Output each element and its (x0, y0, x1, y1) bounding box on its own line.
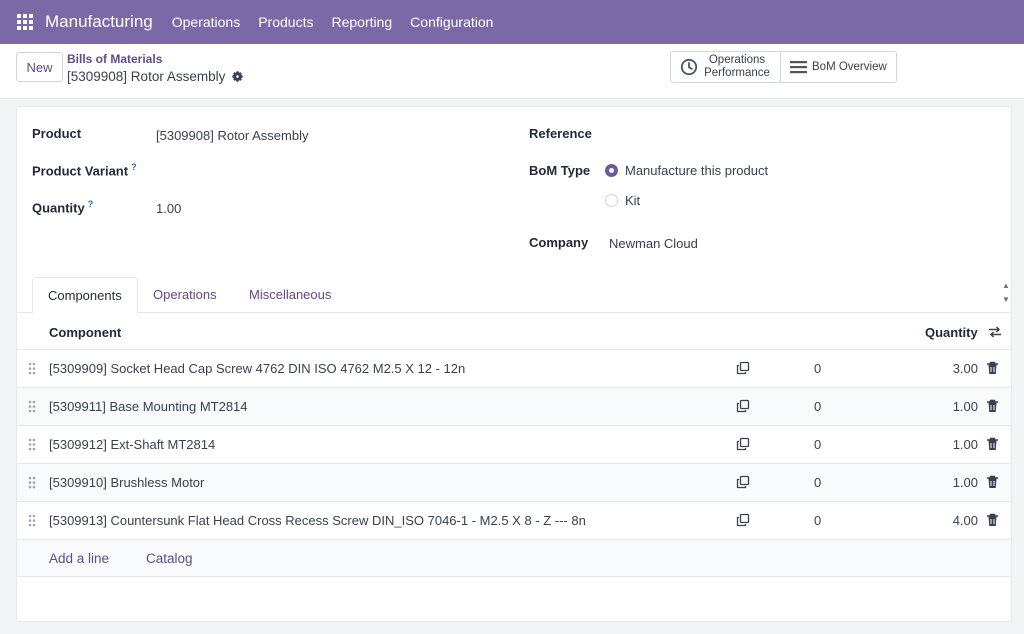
app-name[interactable]: Manufacturing (45, 12, 153, 32)
radio-checked-icon (605, 164, 618, 177)
tab-operations[interactable]: Operations (138, 277, 232, 313)
trash-icon[interactable] (986, 361, 999, 375)
top-navbar: Manufacturing Operations Products Report… (0, 0, 1024, 44)
reference-label: Reference (529, 126, 592, 141)
component-name[interactable]: [5309910] Brushless Motor (49, 475, 204, 490)
copy-icon[interactable] (736, 513, 750, 527)
help-tooltip-icon[interactable]: ? (88, 199, 94, 209)
product-variant-field[interactable] (156, 162, 486, 180)
company-field[interactable]: Newman Cloud (609, 236, 698, 251)
operations-performance-label: Operations Performance (704, 54, 770, 79)
breadcrumb[interactable]: Bills of Materials (67, 52, 162, 66)
add-row: Add a line Catalog (17, 540, 1011, 577)
help-tooltip-icon[interactable]: ? (131, 162, 137, 172)
table-row[interactable]: [5309911] Base Mounting MT2814 0 1.00 (17, 388, 1011, 426)
bom-type-kit-label: Kit (625, 193, 641, 208)
copy-icon[interactable] (736, 475, 750, 489)
component-quantity[interactable]: 1.00 (917, 437, 978, 452)
component-stat-value: 0 (814, 513, 822, 528)
component-stat-value: 0 (814, 361, 822, 376)
table-row[interactable]: [5309910] Brushless Motor 0 1.00 (17, 464, 1011, 502)
product-field[interactable]: [5309908] Rotor Assembly (156, 128, 308, 143)
clock-icon (680, 58, 698, 76)
notebook-tabs: Components Operations Miscellaneous (17, 277, 1011, 313)
table-header: Component Quantity (17, 313, 1011, 350)
trash-icon[interactable] (986, 437, 999, 451)
copy-icon[interactable] (736, 361, 750, 375)
table-row[interactable]: [5309912] Ext-Shaft MT2814 0 1.00 (17, 426, 1011, 464)
product-label: Product (32, 126, 82, 141)
drag-handle-icon[interactable] (28, 400, 36, 413)
component-stat-value: 0 (814, 399, 822, 414)
component-name[interactable]: [5309911] Base Mounting MT2814 (49, 399, 248, 414)
component-quantity[interactable]: 4.00 (917, 513, 978, 528)
top-menu: Operations Products Reporting Configurat… (172, 14, 512, 30)
menu-operations[interactable]: Operations (172, 14, 240, 30)
bom-type-manufacture-label: Manufacture this product (625, 163, 769, 178)
component-quantity[interactable]: 3.00 (917, 361, 978, 376)
new-button[interactable]: New (16, 52, 63, 82)
bom-type-kit-radio[interactable]: Kit (605, 193, 640, 208)
table-row[interactable]: [5309913] Countersunk Flat Head Cross Re… (17, 502, 1011, 540)
trash-icon[interactable] (986, 475, 999, 489)
bom-overview-button[interactable]: BoM Overview (780, 52, 896, 82)
quantity-field[interactable]: 1.00 (156, 201, 181, 216)
reference-field[interactable] (609, 126, 989, 144)
copy-icon[interactable] (736, 437, 750, 451)
menu-reporting[interactable]: Reporting (331, 14, 392, 30)
catalog-link[interactable]: Catalog (146, 551, 193, 566)
copy-icon[interactable] (736, 399, 750, 413)
record-title: [5309908] Rotor Assembly (67, 69, 244, 84)
list-icon (790, 61, 807, 74)
component-name[interactable]: [5309912] Ext-Shaft MT2814 (49, 437, 215, 452)
control-panel: New Bills of Materials [5309908] Rotor A… (0, 44, 1024, 99)
component-name[interactable]: [5309909] Socket Head Cap Screw 4762 DIN… (49, 361, 465, 376)
radio-unchecked-icon (605, 194, 618, 207)
column-header-component[interactable]: Component (49, 325, 121, 340)
quantity-label: Quantity? (32, 199, 93, 215)
trash-icon[interactable] (986, 513, 999, 527)
component-quantity[interactable]: 1.00 (917, 475, 978, 490)
component-quantity[interactable]: 1.00 (917, 399, 978, 414)
drag-handle-icon[interactable] (28, 362, 36, 375)
tab-components[interactable]: Components (32, 277, 138, 313)
drag-handle-icon[interactable] (28, 476, 36, 489)
trash-icon[interactable] (986, 399, 999, 413)
gear-icon[interactable] (231, 70, 244, 83)
components-table: Component Quantity [5309909] Socket Head… (17, 313, 1011, 577)
menu-products[interactable]: Products (258, 14, 313, 30)
drag-handle-icon[interactable] (28, 438, 36, 451)
menu-configuration[interactable]: Configuration (410, 14, 493, 30)
component-stat-value: 0 (814, 475, 822, 490)
scrollbar[interactable]: ▲ ▼ (1001, 279, 1011, 307)
column-header-quantity[interactable]: Quantity (925, 325, 978, 340)
operations-performance-button[interactable]: Operations Performance (671, 52, 780, 82)
apps-menu-icon[interactable] (17, 14, 33, 30)
component-name[interactable]: [5309913] Countersunk Flat Head Cross Re… (49, 513, 586, 528)
bom-overview-label: BoM Overview (812, 60, 887, 73)
scroll-up-icon[interactable]: ▲ (1001, 279, 1011, 293)
drag-handle-icon[interactable] (28, 514, 36, 527)
product-variant-label: Product Variant? (32, 162, 137, 178)
company-label: Company (529, 235, 589, 250)
add-line-link[interactable]: Add a line (49, 551, 109, 566)
component-stat-value: 0 (814, 437, 822, 452)
tab-miscellaneous[interactable]: Miscellaneous (234, 277, 346, 313)
quantity-label-text: Quantity (32, 200, 85, 216)
table-row[interactable]: [5309909] Socket Head Cap Screw 4762 DIN… (17, 350, 1011, 388)
product-variant-label-text: Product Variant (32, 163, 129, 179)
bom-type-manufacture-radio[interactable]: Manufacture this product (605, 163, 768, 178)
bom-type-label: BoM Type (529, 163, 591, 178)
scroll-down-icon[interactable]: ▼ (1001, 293, 1011, 307)
form-sheet: Product [5309908] Rotor Assembly Product… (16, 106, 1012, 622)
stat-buttons: Operations Performance BoM Overview (670, 51, 897, 83)
record-title-text: [5309908] Rotor Assembly (67, 69, 226, 84)
optional-columns-icon[interactable] (988, 325, 1002, 339)
